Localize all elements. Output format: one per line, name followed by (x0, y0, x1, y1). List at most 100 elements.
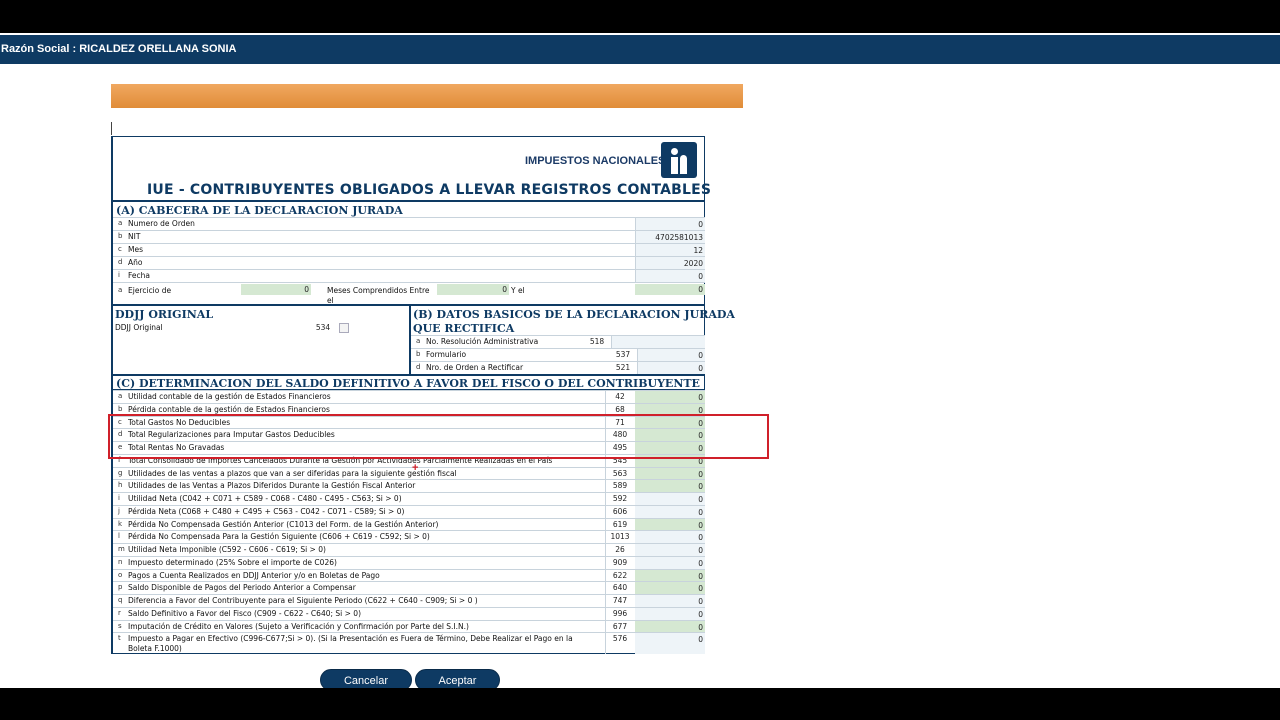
row-letter: t (118, 634, 121, 643)
row-letter: a (118, 219, 123, 227)
header-bar: Razón Social : RICALDEZ ORELLANA SONIA (0, 35, 1280, 64)
razon-social: Razón Social : RICALDEZ ORELLANA SONIA (1, 43, 237, 55)
value-text: 0 (698, 507, 703, 517)
row-code: 68 (615, 404, 625, 414)
value-text: 0 (304, 285, 309, 294)
determinacion-row: k Pérdida No Compensada Gestión Anterior … (113, 517, 705, 531)
form-title: IUE - CONTRIBUYENTES OBLIGADOS A LLEVAR … (147, 182, 712, 198)
determinacion-row: p Saldo Disponible de Pagos del Periodo A… (113, 581, 705, 594)
row-label: Pagos a Cuenta Realizados en DDJJ Anteri… (128, 570, 380, 580)
value-field[interactable]: 0 (637, 362, 705, 374)
value-field[interactable]: 0 (635, 531, 705, 543)
determinacion-row: h Utilidades de las Ventas a Plazos Difer… (113, 479, 705, 492)
value-text: 0 (698, 272, 703, 281)
declaration-form: IMPUESTOS NACIONALES IUE - CONTRIBUYENTE… (111, 136, 735, 655)
value-field[interactable]: 0 (635, 620, 705, 633)
determinacion-row: r Saldo Definitivo a Favor del Fisco (C90… (113, 606, 705, 620)
row-code: 622 (612, 570, 628, 580)
value-field[interactable]: 0 (635, 480, 705, 492)
row-code: 42 (615, 392, 625, 401)
row-letter: l (118, 532, 120, 541)
row-letter: a (416, 337, 421, 345)
row-letter: h (118, 481, 123, 490)
value-text: 0 (698, 597, 703, 606)
value-field[interactable]: 0 (635, 556, 705, 569)
header-row: c Mes 12 (113, 243, 705, 256)
row-code: 619 (612, 519, 628, 529)
row-label: Utilidad Neta Imponible (C592 - C606 - C… (128, 545, 326, 554)
divider (113, 374, 705, 376)
row-label: Numero de Orden (128, 219, 195, 228)
value-text: 0 (698, 482, 703, 492)
row-label: Utilidades de las ventas a plazos que va… (128, 468, 457, 478)
row-label: Impuesto a Pagar en Efectivo (C996-C677;… (128, 634, 573, 644)
value-field[interactable]: 0 (637, 349, 705, 361)
orange-banner (111, 84, 743, 108)
determinacion-row: a Utilidad contable de la gestión de Esta… (113, 390, 705, 403)
header-row: i Fecha 0 (113, 269, 705, 282)
value-field[interactable]: 0 (635, 544, 705, 556)
value-text: 4702581013 (655, 233, 703, 242)
ddjj-label: DDJJ Original (115, 323, 163, 332)
header-row: a Numero de Orden 0 (113, 217, 705, 230)
value-field[interactable] (611, 336, 705, 348)
value-text: 0 (698, 351, 703, 360)
row-code: 909 (612, 557, 628, 567)
ddjj-checkbox[interactable] (339, 323, 349, 333)
row-label: Saldo Disponible de Pagos del Periodo An… (128, 583, 356, 593)
value-field[interactable]: 0 (635, 595, 705, 607)
value-text: 0 (698, 520, 703, 530)
row-letter: g (118, 468, 123, 477)
divider (113, 200, 705, 202)
row-letter: o (118, 570, 123, 579)
cursor-icon: + (412, 462, 419, 474)
determinacion-row: i Utilidad Neta (C042 + C071 + C589 - C06… (113, 492, 705, 505)
value-field[interactable]: 4702581013 (635, 231, 705, 243)
value-field[interactable]: 2020 (635, 257, 705, 269)
row-letter: b (416, 350, 421, 358)
value-text: 0 (698, 469, 703, 479)
value-field[interactable]: 0 (635, 582, 705, 594)
top-black-bar (0, 0, 1280, 33)
value-field[interactable]: 0 (635, 218, 705, 230)
ejercicio-field[interactable]: 0 (241, 284, 311, 295)
row-code: 606 (612, 506, 628, 516)
row-code: 563 (612, 468, 628, 478)
value-field[interactable]: 12 (635, 244, 705, 256)
row-label: Fecha (128, 271, 150, 280)
value-field[interactable]: 0 (635, 467, 705, 480)
value-field[interactable]: 0 (635, 270, 705, 282)
value-field[interactable]: 0 (635, 633, 705, 655)
row-label: Impuesto determinado (25% Sobre el impor… (128, 557, 337, 567)
row-letter: d (118, 258, 123, 266)
logo-text: IMPUESTOS NACIONALES (525, 155, 666, 167)
value-field[interactable]: 0 (635, 391, 705, 403)
meses-field[interactable]: 0 (437, 284, 509, 295)
row-code: 26 (615, 545, 625, 554)
value-field[interactable]: 0 (635, 607, 705, 620)
value-field[interactable]: 0 (635, 493, 705, 505)
row-letter: a (118, 392, 123, 400)
value-field[interactable]: 0 (635, 505, 705, 518)
row-letter: j (118, 506, 120, 515)
row-letter: n (118, 557, 123, 566)
rectifica-row: a No. Resolución Administrativa 518 (411, 335, 705, 348)
row-label: Utilidades de las Ventas a Plazos Diferi… (128, 481, 416, 491)
row-label: Nro. de Orden a Rectificar (426, 363, 524, 372)
row-label: NIT (128, 232, 141, 241)
value-text: 0 (698, 584, 703, 594)
value-field[interactable]: 0 (635, 518, 705, 531)
ejercicio-row: a Ejercicio de 0 Meses Comprendidos Entre e… (113, 282, 705, 305)
ddjj-row: DDJJ Original 534 (113, 322, 407, 334)
section-b-title: (B) DATOS BASICOS DE LA DECLARACION JURA… (413, 308, 735, 321)
value-text: 0 (698, 220, 703, 229)
value-field[interactable]: 0 (635, 569, 705, 582)
row-code: 518 (589, 337, 605, 346)
y-el-field[interactable]: 0 (635, 284, 705, 295)
row-code: 589 (612, 481, 628, 491)
value-text: 0 (698, 558, 703, 568)
determinacion-row: g Utilidades de las ventas a plazos que v… (113, 466, 705, 480)
row-label: Utilidad Neta (C042 + C071 + C589 - C068… (128, 494, 402, 503)
row-code: 592 (612, 494, 628, 503)
value-text: 0 (698, 495, 703, 504)
